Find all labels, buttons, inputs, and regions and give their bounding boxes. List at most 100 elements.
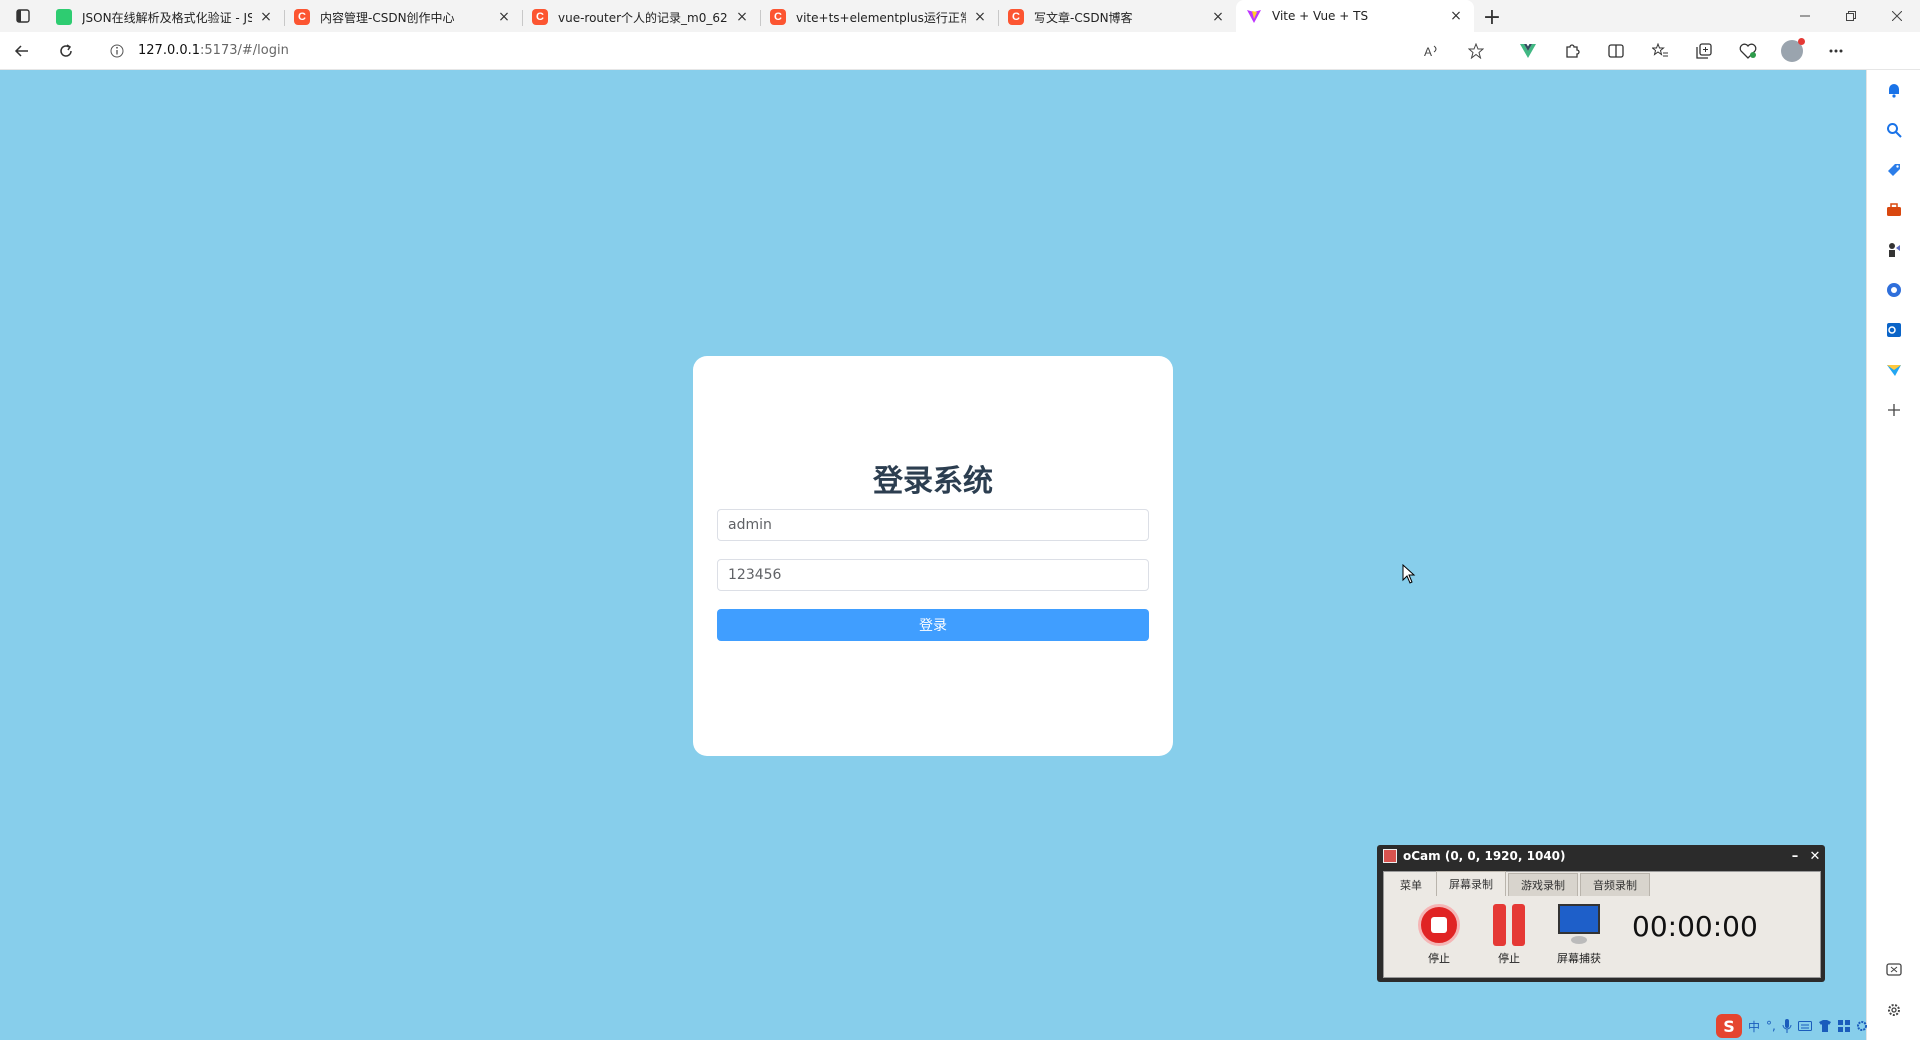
vite-favicon-icon xyxy=(1246,8,1262,24)
toolbox-grid-icon[interactable] xyxy=(1837,1020,1850,1032)
browser-tab[interactable]: C vue-router个人的记录_m0_6231 × xyxy=(522,2,760,32)
browser-tab-active[interactable]: Vite + Vue + TS × xyxy=(1236,0,1474,32)
ocam-pause-button[interactable]: 停止 xyxy=(1474,904,1544,966)
toolbox-icon xyxy=(1887,203,1901,216)
tab-actions-icon xyxy=(16,9,30,23)
ocam-panel: 菜单 屏幕录制 游戏录制 音频录制 停止 停止 屏幕捕获 00:00:00 xyxy=(1383,871,1821,978)
vue-logo-icon xyxy=(1520,43,1536,58)
browser-tab[interactable]: C 内容管理-CSDN创作中心 × xyxy=(284,2,522,32)
tool-label: 屏幕捕获 xyxy=(1557,952,1601,965)
tab-title: vite+ts+elementplus运行正常打 xyxy=(796,10,966,25)
collections-icon xyxy=(1696,42,1712,59)
tab-close-icon[interactable]: × xyxy=(258,9,274,25)
site-info-icon[interactable] xyxy=(106,40,128,62)
microphone-icon[interactable] xyxy=(1782,1019,1792,1033)
tab-title: JSON在线解析及格式化验证 - JS xyxy=(82,10,252,25)
ocam-window: oCam (0, 0, 1920, 1040) – ✕ 菜单 屏幕录制 游戏录制… xyxy=(1377,845,1825,982)
sidebar-add[interactable] xyxy=(1867,390,1920,430)
keyboard-icon[interactable] xyxy=(1797,1020,1812,1032)
sidebar-tools[interactable] xyxy=(1867,190,1920,230)
browser-essentials-button[interactable] xyxy=(1726,32,1770,70)
tab-close-icon[interactable]: × xyxy=(1448,8,1464,24)
sogou-ime-logo-icon[interactable]: S xyxy=(1716,1014,1742,1038)
minimize-button[interactable] xyxy=(1782,0,1828,32)
sidebar-games[interactable] xyxy=(1867,230,1920,270)
ime-settings-gear-icon[interactable] xyxy=(1856,1020,1868,1032)
sidebar-drop[interactable] xyxy=(1867,350,1920,390)
tab-title: 写文章-CSDN博客 xyxy=(1034,10,1133,25)
ocam-tab-game-record[interactable]: 游戏录制 xyxy=(1508,873,1578,896)
browser-tab[interactable]: C vite+ts+elementplus运行正常打 × xyxy=(760,2,998,32)
outlook-icon xyxy=(1887,323,1901,337)
browser-tab-strip: JSON在线解析及格式化验证 - JS × C 内容管理-CSDN创作中心 × … xyxy=(0,0,1920,32)
favorites-button[interactable] xyxy=(1638,32,1682,70)
tab-close-icon[interactable]: × xyxy=(1210,9,1226,25)
tab-title: 内容管理-CSDN创作中心 xyxy=(320,10,455,25)
svg-text:A: A xyxy=(1424,45,1432,58)
address-bar[interactable]: 127.0.0.1 :5173/#/login A xyxy=(98,35,1498,66)
ocam-timer: 00:00:00 xyxy=(1632,910,1758,943)
star-icon xyxy=(1468,42,1484,59)
tool-label: 停止 xyxy=(1498,952,1520,965)
reload-button[interactable] xyxy=(44,32,88,70)
split-screen-button[interactable] xyxy=(1594,32,1638,70)
mouse-cursor-icon xyxy=(1402,564,1416,584)
back-button[interactable] xyxy=(0,32,44,70)
ocam-tab-audio-record[interactable]: 音频录制 xyxy=(1580,873,1650,896)
ocam-stop-button[interactable]: 停止 xyxy=(1404,904,1474,966)
favorite-star-button[interactable] xyxy=(1454,32,1498,70)
ocam-tab-menu[interactable]: 菜单 xyxy=(1388,874,1434,896)
sidebar-search[interactable] xyxy=(1867,110,1920,150)
ocam-capture-button[interactable]: 屏幕捕获 xyxy=(1544,904,1614,966)
username-input[interactable] xyxy=(717,509,1149,541)
ocam-close-button[interactable]: ✕ xyxy=(1805,849,1825,864)
read-aloud-button[interactable]: A xyxy=(1410,32,1454,70)
screenshot-icon xyxy=(1886,963,1902,976)
ocam-tabs: 菜单 屏幕录制 游戏录制 音频录制 xyxy=(1384,871,1820,896)
csdn-favicon-icon: C xyxy=(532,9,548,25)
extensions-button[interactable] xyxy=(1550,32,1594,70)
plus-icon xyxy=(1888,404,1900,416)
profile-button[interactable] xyxy=(1770,32,1814,70)
read-aloud-icon: A xyxy=(1424,45,1437,58)
collections-button[interactable] xyxy=(1682,32,1726,70)
tab-close-icon[interactable]: × xyxy=(972,9,988,25)
url-host: 127.0.0.1 xyxy=(138,43,201,58)
search-icon xyxy=(1887,123,1902,138)
browser-tab[interactable]: JSON在线解析及格式化验证 - JS × xyxy=(46,2,284,32)
tab-close-icon[interactable]: × xyxy=(734,9,750,25)
ocam-minimize-button[interactable]: – xyxy=(1785,849,1805,864)
sidebar-shopping[interactable] xyxy=(1867,150,1920,190)
sidebar-outlook[interactable] xyxy=(1867,310,1920,350)
csdn-favicon-icon: C xyxy=(770,9,786,25)
puzzle-icon xyxy=(1566,43,1580,58)
window-controls xyxy=(1782,0,1920,32)
sidebar-hide-button[interactable] xyxy=(1867,950,1920,990)
sidebar-settings[interactable] xyxy=(1867,990,1920,1030)
office-icon xyxy=(1887,283,1901,297)
back-arrow-icon xyxy=(14,44,28,57)
minimize-icon xyxy=(1800,15,1810,17)
tab-actions-button[interactable] xyxy=(0,0,46,32)
tab-close-icon[interactable]: × xyxy=(496,9,512,25)
restore-button[interactable] xyxy=(1828,0,1874,32)
sidebar-notifications[interactable] xyxy=(1867,70,1920,110)
vue-devtools-extension[interactable] xyxy=(1506,32,1550,70)
ocam-tab-screen-record[interactable]: 屏幕录制 xyxy=(1436,871,1506,896)
new-tab-button[interactable]: + xyxy=(1474,2,1510,32)
ime-mode-toggle[interactable]: 中 xyxy=(1748,1018,1760,1035)
sidebar-microsoft365[interactable] xyxy=(1867,270,1920,310)
ocam-titlebar[interactable]: oCam (0, 0, 1920, 1040) – ✕ xyxy=(1377,845,1825,867)
browser-tab[interactable]: C 写文章-CSDN博客 × xyxy=(998,2,1236,32)
login-button[interactable]: 登录 xyxy=(717,609,1149,641)
skin-shirt-icon[interactable] xyxy=(1818,1020,1832,1032)
password-input[interactable] xyxy=(717,559,1149,591)
tool-label: 停止 xyxy=(1428,952,1450,965)
ocam-title: oCam (0, 0, 1920, 1040) xyxy=(1403,849,1566,863)
ime-tray: S 中 °, xyxy=(1716,1012,1868,1040)
close-window-button[interactable] xyxy=(1874,0,1920,32)
browser-toolbar: 127.0.0.1 :5173/#/login A xyxy=(0,32,1920,70)
ime-punctuation-toggle[interactable]: °, xyxy=(1766,1019,1776,1033)
settings-more-button[interactable] xyxy=(1814,32,1858,70)
csdn-favicon-icon: C xyxy=(1008,9,1024,25)
